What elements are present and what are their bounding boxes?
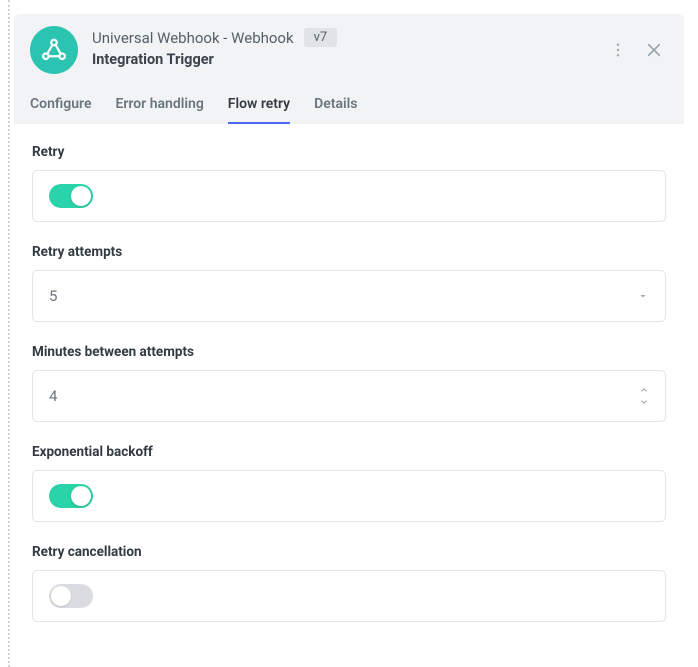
- webhook-avatar: [30, 26, 78, 74]
- step-down-button[interactable]: [639, 397, 649, 407]
- retry-attempts-label: Retry attempts: [32, 244, 666, 260]
- chevron-down-icon: [637, 287, 649, 306]
- panel-subtitle: Integration Trigger: [92, 51, 590, 68]
- field-minutes-between: Minutes between attempts 4: [32, 344, 666, 422]
- minutes-between-label: Minutes between attempts: [32, 344, 666, 360]
- retry-cancellation-box: [32, 570, 666, 622]
- field-retry-attempts: Retry attempts 5: [32, 244, 666, 322]
- settings-panel: Universal Webhook - Webhook v7 Integrati…: [14, 14, 684, 646]
- tab-configure[interactable]: Configure: [30, 96, 91, 124]
- exponential-backoff-toggle[interactable]: [49, 484, 93, 508]
- tab-details[interactable]: Details: [314, 96, 357, 124]
- panel-title: Universal Webhook - Webhook: [92, 29, 294, 47]
- retry-toggle[interactable]: [49, 184, 93, 208]
- exponential-backoff-label: Exponential backoff: [32, 444, 666, 460]
- retry-attempts-value: 5: [49, 287, 637, 305]
- header-actions: [604, 26, 668, 64]
- field-exponential-backoff: Exponential backoff: [32, 444, 666, 522]
- close-icon: [645, 41, 663, 59]
- retry-cancellation-label: Retry cancellation: [32, 544, 666, 560]
- more-vertical-icon: [609, 41, 627, 59]
- webhook-icon: [39, 35, 69, 65]
- tab-content: Retry Retry attempts 5 Minutes between a…: [14, 124, 684, 646]
- left-dotted-guide: [8, 0, 10, 667]
- header-text: Universal Webhook - Webhook v7 Integrati…: [92, 26, 590, 68]
- chevron-down-icon: [639, 397, 649, 407]
- retry-label: Retry: [32, 144, 666, 160]
- field-retry: Retry: [32, 144, 666, 222]
- retry-cancellation-toggle[interactable]: [49, 584, 93, 608]
- step-up-button[interactable]: [639, 385, 649, 395]
- retry-attempts-select[interactable]: 5: [32, 270, 666, 322]
- exponential-backoff-box: [32, 470, 666, 522]
- tab-error-handling[interactable]: Error handling: [115, 96, 203, 124]
- retry-box: [32, 170, 666, 222]
- tab-flow-retry[interactable]: Flow retry: [228, 96, 290, 124]
- minutes-between-value: 4: [49, 387, 639, 405]
- version-badge: v7: [304, 28, 338, 47]
- more-button[interactable]: [604, 36, 632, 64]
- tabs: Configure Error handling Flow retry Deta…: [14, 74, 684, 124]
- chevron-up-icon: [639, 385, 649, 395]
- close-button[interactable]: [640, 36, 668, 64]
- minutes-between-input[interactable]: 4: [32, 370, 666, 422]
- quantity-stepper: [639, 385, 649, 407]
- field-retry-cancellation: Retry cancellation: [32, 544, 666, 622]
- panel-header: Universal Webhook - Webhook v7 Integrati…: [14, 14, 684, 74]
